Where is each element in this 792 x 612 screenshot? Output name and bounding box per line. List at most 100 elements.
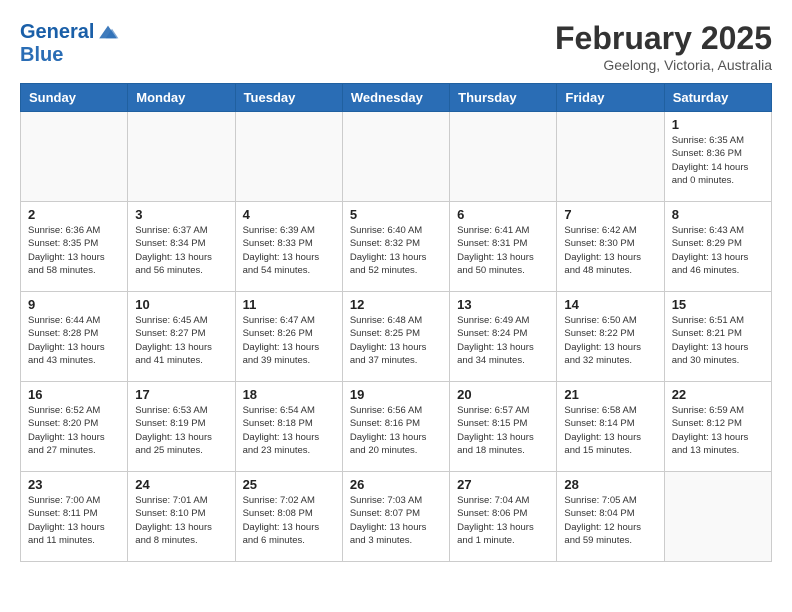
calendar-cell: 15 Sunrise: 6:51 AM Sunset: 8:21 PM Dayli… bbox=[664, 292, 771, 382]
page-header: General Blue February 2025 Geelong, Vict… bbox=[20, 20, 772, 73]
calendar-cell: 24 Sunrise: 7:01 AM Sunset: 8:10 PM Dayli… bbox=[128, 472, 235, 562]
col-monday: Monday bbox=[128, 84, 235, 112]
calendar-cell: 20Sunrise: 6:57 AM Sunset: 8:15 PM Dayli… bbox=[450, 382, 557, 472]
col-sunday: Sunday bbox=[21, 84, 128, 112]
day-info: Sunrise: 6:35 AM Sunset: 8:36 PM Dayligh… bbox=[672, 134, 764, 187]
calendar-cell: 13 Sunrise: 6:49 AM Sunset: 8:24 PM Dayli… bbox=[450, 292, 557, 382]
day-number: 24 bbox=[135, 477, 227, 492]
calendar-week-1: 1 Sunrise: 6:35 AM Sunset: 8:36 PM Daylig… bbox=[21, 112, 772, 202]
day-number: 16 bbox=[28, 387, 120, 402]
day-number: 27 bbox=[457, 477, 549, 492]
day-number: 3 bbox=[135, 207, 227, 222]
calendar-cell: 21 Sunrise: 6:58 AM Sunset: 8:14 PM Dayli… bbox=[557, 382, 664, 472]
day-number: 5 bbox=[350, 207, 442, 222]
day-number: 28 bbox=[564, 477, 656, 492]
day-info: Sunrise: 7:03 AM Sunset: 8:07 PM Dayligh… bbox=[350, 494, 442, 547]
calendar-week-5: 23 Sunrise: 7:00 AM Sunset: 8:11 PM Dayli… bbox=[21, 472, 772, 562]
day-info: Sunrise: 6:43 AM Sunset: 8:29 PM Dayligh… bbox=[672, 224, 764, 277]
day-number: 19 bbox=[350, 387, 442, 402]
day-info: Sunrise: 6:44 AM Sunset: 8:28 PM Dayligh… bbox=[28, 314, 120, 367]
day-number: 17 bbox=[135, 387, 227, 402]
day-info: Sunrise: 6:58 AM Sunset: 8:14 PM Dayligh… bbox=[564, 404, 656, 457]
day-number: 1 bbox=[672, 117, 764, 132]
day-info: Sunrise: 6:48 AM Sunset: 8:25 PM Dayligh… bbox=[350, 314, 442, 367]
logo-text-blue: Blue bbox=[20, 44, 120, 66]
calendar-week-3: 9Sunrise: 6:44 AM Sunset: 8:28 PM Daylig… bbox=[21, 292, 772, 382]
calendar-cell: 16 Sunrise: 6:52 AM Sunset: 8:20 PM Dayli… bbox=[21, 382, 128, 472]
day-number: 18 bbox=[243, 387, 335, 402]
calendar-header-row: Sunday Monday Tuesday Wednesday Thursday… bbox=[21, 84, 772, 112]
day-info: Sunrise: 6:56 AM Sunset: 8:16 PM Dayligh… bbox=[350, 404, 442, 457]
day-info: Sunrise: 6:52 AM Sunset: 8:20 PM Dayligh… bbox=[28, 404, 120, 457]
day-number: 6 bbox=[457, 207, 549, 222]
col-thursday: Thursday bbox=[450, 84, 557, 112]
day-number: 25 bbox=[243, 477, 335, 492]
day-number: 14 bbox=[564, 297, 656, 312]
calendar-cell: 11 Sunrise: 6:47 AM Sunset: 8:26 PM Dayli… bbox=[235, 292, 342, 382]
day-info: Sunrise: 6:50 AM Sunset: 8:22 PM Dayligh… bbox=[564, 314, 656, 367]
calendar-cell: 6 Sunrise: 6:41 AM Sunset: 8:31 PM Daylig… bbox=[450, 202, 557, 292]
day-number: 26 bbox=[350, 477, 442, 492]
calendar-cell: 12 Sunrise: 6:48 AM Sunset: 8:25 PM Dayli… bbox=[342, 292, 449, 382]
calendar-cell: 7 Sunrise: 6:42 AM Sunset: 8:30 PM Daylig… bbox=[557, 202, 664, 292]
day-info: Sunrise: 6:40 AM Sunset: 8:32 PM Dayligh… bbox=[350, 224, 442, 277]
day-number: 7 bbox=[564, 207, 656, 222]
calendar-cell: 19 Sunrise: 6:56 AM Sunset: 8:16 PM Dayli… bbox=[342, 382, 449, 472]
col-friday: Friday bbox=[557, 84, 664, 112]
logo: General Blue bbox=[20, 20, 120, 66]
logo-text: General bbox=[20, 21, 94, 43]
day-number: 21 bbox=[564, 387, 656, 402]
calendar-cell: 27Sunrise: 7:04 AM Sunset: 8:06 PM Dayli… bbox=[450, 472, 557, 562]
calendar-week-2: 2 Sunrise: 6:36 AM Sunset: 8:35 PM Daylig… bbox=[21, 202, 772, 292]
day-number: 22 bbox=[672, 387, 764, 402]
calendar-cell bbox=[450, 112, 557, 202]
calendar-cell bbox=[557, 112, 664, 202]
calendar-cell bbox=[664, 472, 771, 562]
day-info: Sunrise: 6:51 AM Sunset: 8:21 PM Dayligh… bbox=[672, 314, 764, 367]
calendar-cell: 28Sunrise: 7:05 AM Sunset: 8:04 PM Dayli… bbox=[557, 472, 664, 562]
day-info: Sunrise: 6:57 AM Sunset: 8:15 PM Dayligh… bbox=[457, 404, 549, 457]
calendar-cell: 18 Sunrise: 6:54 AM Sunset: 8:18 PM Dayli… bbox=[235, 382, 342, 472]
calendar-cell: 22 Sunrise: 6:59 AM Sunset: 8:12 PM Dayli… bbox=[664, 382, 771, 472]
title-section: February 2025 Geelong, Victoria, Austral… bbox=[555, 20, 772, 73]
day-info: Sunrise: 7:02 AM Sunset: 8:08 PM Dayligh… bbox=[243, 494, 335, 547]
logo-icon bbox=[96, 20, 120, 44]
month-title: February 2025 bbox=[555, 20, 772, 57]
day-info: Sunrise: 7:01 AM Sunset: 8:10 PM Dayligh… bbox=[135, 494, 227, 547]
day-info: Sunrise: 7:00 AM Sunset: 8:11 PM Dayligh… bbox=[28, 494, 120, 547]
calendar-cell: 2 Sunrise: 6:36 AM Sunset: 8:35 PM Daylig… bbox=[21, 202, 128, 292]
day-info: Sunrise: 6:49 AM Sunset: 8:24 PM Dayligh… bbox=[457, 314, 549, 367]
day-info: Sunrise: 6:36 AM Sunset: 8:35 PM Dayligh… bbox=[28, 224, 120, 277]
calendar-cell: 10 Sunrise: 6:45 AM Sunset: 8:27 PM Dayli… bbox=[128, 292, 235, 382]
day-number: 23 bbox=[28, 477, 120, 492]
day-info: Sunrise: 6:59 AM Sunset: 8:12 PM Dayligh… bbox=[672, 404, 764, 457]
day-number: 10 bbox=[135, 297, 227, 312]
calendar-cell: 8 Sunrise: 6:43 AM Sunset: 8:29 PM Daylig… bbox=[664, 202, 771, 292]
day-number: 11 bbox=[243, 297, 335, 312]
day-number: 2 bbox=[28, 207, 120, 222]
day-number: 4 bbox=[243, 207, 335, 222]
day-info: Sunrise: 6:41 AM Sunset: 8:31 PM Dayligh… bbox=[457, 224, 549, 277]
day-number: 15 bbox=[672, 297, 764, 312]
day-info: Sunrise: 6:45 AM Sunset: 8:27 PM Dayligh… bbox=[135, 314, 227, 367]
day-info: Sunrise: 6:54 AM Sunset: 8:18 PM Dayligh… bbox=[243, 404, 335, 457]
calendar-cell: 17Sunrise: 6:53 AM Sunset: 8:19 PM Dayli… bbox=[128, 382, 235, 472]
calendar-cell: 3Sunrise: 6:37 AM Sunset: 8:34 PM Daylig… bbox=[128, 202, 235, 292]
day-info: Sunrise: 6:39 AM Sunset: 8:33 PM Dayligh… bbox=[243, 224, 335, 277]
day-info: Sunrise: 6:47 AM Sunset: 8:26 PM Dayligh… bbox=[243, 314, 335, 367]
day-info: Sunrise: 6:42 AM Sunset: 8:30 PM Dayligh… bbox=[564, 224, 656, 277]
calendar-cell: 1 Sunrise: 6:35 AM Sunset: 8:36 PM Daylig… bbox=[664, 112, 771, 202]
day-number: 12 bbox=[350, 297, 442, 312]
calendar-table: Sunday Monday Tuesday Wednesday Thursday… bbox=[20, 83, 772, 562]
calendar-cell: 25 Sunrise: 7:02 AM Sunset: 8:08 PM Dayli… bbox=[235, 472, 342, 562]
calendar-week-4: 16 Sunrise: 6:52 AM Sunset: 8:20 PM Dayli… bbox=[21, 382, 772, 472]
calendar-cell bbox=[21, 112, 128, 202]
calendar-cell bbox=[235, 112, 342, 202]
day-number: 8 bbox=[672, 207, 764, 222]
calendar-cell: 5 Sunrise: 6:40 AM Sunset: 8:32 PM Daylig… bbox=[342, 202, 449, 292]
calendar-cell: 26 Sunrise: 7:03 AM Sunset: 8:07 PM Dayli… bbox=[342, 472, 449, 562]
day-number: 13 bbox=[457, 297, 549, 312]
calendar-cell: 4 Sunrise: 6:39 AM Sunset: 8:33 PM Daylig… bbox=[235, 202, 342, 292]
calendar-cell: 23 Sunrise: 7:00 AM Sunset: 8:11 PM Dayli… bbox=[21, 472, 128, 562]
calendar-cell: 9Sunrise: 6:44 AM Sunset: 8:28 PM Daylig… bbox=[21, 292, 128, 382]
